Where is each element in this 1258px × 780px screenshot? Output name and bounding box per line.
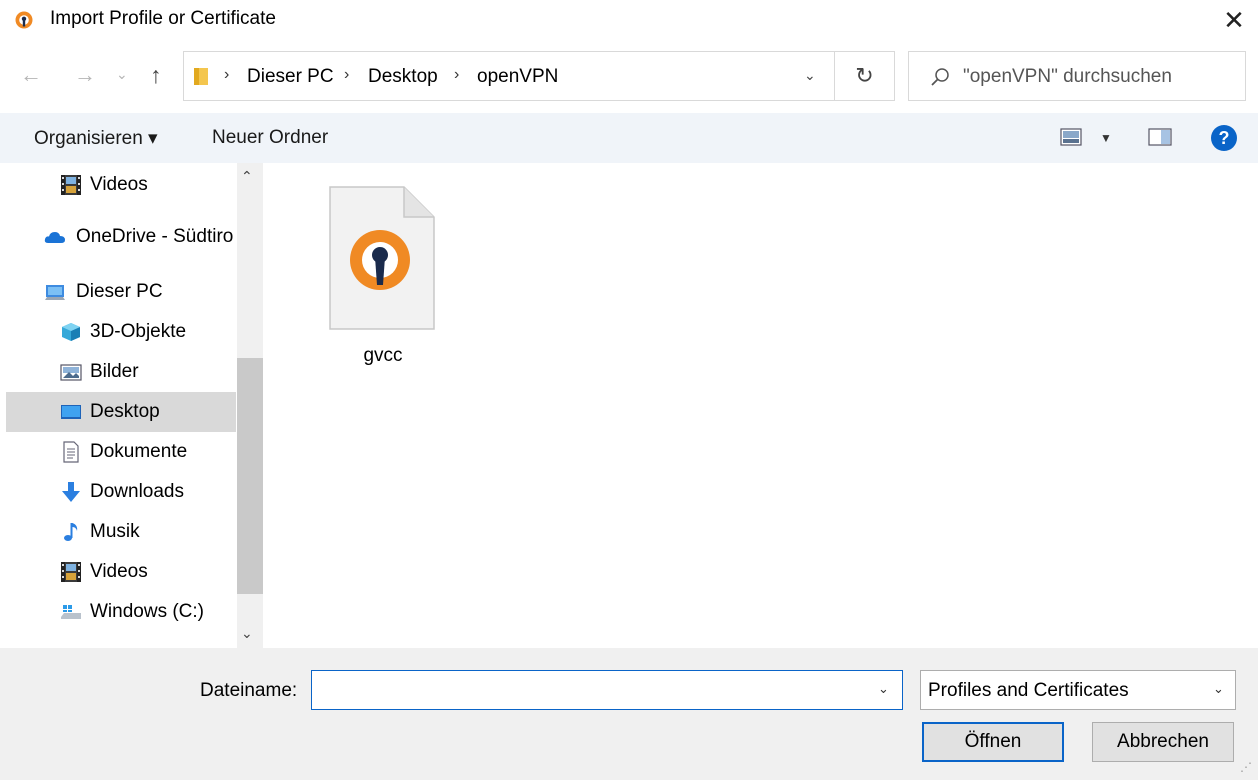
sidebar-item-label: OneDrive - Südtiro bbox=[76, 226, 234, 247]
sidebar-item-dokumente[interactable]: Dokumente bbox=[6, 432, 236, 472]
preview-pane-icon[interactable] bbox=[1148, 128, 1172, 146]
refresh-button[interactable]: ↻ bbox=[835, 51, 895, 101]
sidebar-item-label: Bilder bbox=[90, 361, 139, 382]
breadcrumb-item[interactable]: Desktop bbox=[368, 66, 438, 88]
sidebar-item-label: Desktop bbox=[90, 401, 160, 422]
organize-button[interactable]: Organisieren ▾ bbox=[34, 127, 158, 150]
open-button[interactable]: Öffnen bbox=[922, 722, 1064, 762]
back-button[interactable]: ← bbox=[20, 62, 42, 88]
help-icon[interactable]: ? bbox=[1210, 124, 1238, 152]
sidebar-item-downloads[interactable]: Downloads bbox=[6, 472, 236, 512]
recent-locations-button[interactable]: ⌄ bbox=[116, 66, 128, 83]
openvpn-file-icon bbox=[329, 186, 435, 330]
dialog-footer: Dateiname: ⌄ Profiles and Certificates ⌄… bbox=[0, 648, 1258, 780]
sidebar-item-label: Dieser PC bbox=[76, 281, 163, 302]
sidebar-item-desktop[interactable]: Desktop bbox=[6, 392, 236, 432]
cloud-icon bbox=[44, 232, 65, 243]
sidebar-item-windows-c[interactable]: Windows (C:) bbox=[6, 592, 236, 632]
desktop-icon bbox=[61, 405, 81, 419]
sidebar-item-label: Downloads bbox=[90, 481, 184, 502]
sidebar-item-label: Videos bbox=[90, 561, 148, 582]
breadcrumb-separator: › bbox=[454, 66, 460, 83]
folder-icon bbox=[194, 68, 208, 85]
cube-icon bbox=[62, 323, 80, 341]
filetype-selected: Profiles and Certificates bbox=[928, 680, 1129, 701]
sidebar-item-3d-objekte[interactable]: 3D-Objekte bbox=[6, 312, 236, 352]
video-icon bbox=[61, 175, 81, 195]
file-name: gvcc bbox=[363, 345, 403, 366]
up-button[interactable]: ↑ bbox=[150, 62, 162, 89]
music-icon bbox=[64, 523, 78, 541]
title-bar: Import Profile or Certificate ✕ bbox=[0, 0, 1258, 40]
sidebar-item-bilder[interactable]: Bilder bbox=[6, 352, 236, 392]
chevron-down-icon[interactable]: ⌄ bbox=[878, 681, 889, 697]
video-icon bbox=[61, 562, 81, 582]
resize-grip-icon[interactable]: ⋰ bbox=[1240, 760, 1252, 774]
sidebar-item-onedrive[interactable]: OneDrive - Südtiro bbox=[6, 217, 236, 257]
chevron-down-icon[interactable]: ▼ bbox=[1100, 131, 1112, 145]
sidebar-item-label: Videos bbox=[90, 174, 148, 195]
chevron-down-icon[interactable]: ⌄ bbox=[804, 67, 816, 84]
search-icon bbox=[931, 68, 949, 86]
breadcrumb-separator: › bbox=[224, 66, 230, 83]
filetype-select[interactable]: Profiles and Certificates ⌄ bbox=[920, 670, 1236, 710]
window-title: Import Profile or Certificate bbox=[50, 8, 276, 29]
document-icon bbox=[63, 441, 79, 463]
address-bar[interactable]: › Dieser PC › Desktop › openVPN ⌄ bbox=[183, 51, 835, 101]
breadcrumb-separator: › bbox=[344, 66, 350, 83]
search-input[interactable] bbox=[961, 60, 1235, 94]
filename-label: Dateiname: bbox=[200, 680, 298, 701]
sidebar-item-musik[interactable]: Musik bbox=[6, 512, 236, 552]
openvpn-logo-icon bbox=[15, 11, 33, 29]
close-button[interactable]: ✕ bbox=[1218, 4, 1250, 36]
navigation-pane: Videos OneDrive - Südtiro Dieser PC 3D-O… bbox=[0, 163, 264, 648]
filename-input[interactable] bbox=[318, 675, 872, 707]
scroll-down-icon[interactable]: ⌄ bbox=[241, 625, 253, 642]
sidebar-item-label: 3D-Objekte bbox=[90, 321, 187, 342]
download-icon bbox=[62, 482, 80, 502]
cancel-button[interactable]: Abbrechen bbox=[1092, 722, 1234, 762]
file-list: gvcc bbox=[264, 163, 1258, 648]
search-box[interactable] bbox=[908, 51, 1246, 101]
file-item[interactable]: gvcc bbox=[328, 185, 438, 375]
sidebar-item-label: Musik bbox=[90, 521, 140, 542]
drive-icon bbox=[61, 605, 81, 619]
breadcrumb-item[interactable]: openVPN bbox=[477, 66, 558, 88]
sidebar-item-videos[interactable]: Videos bbox=[6, 165, 236, 205]
breadcrumb-item[interactable]: Dieser PC bbox=[247, 66, 334, 88]
computer-icon bbox=[45, 285, 65, 300]
sidebar-item-dieser-pc[interactable]: Dieser PC bbox=[6, 272, 236, 312]
view-options-icon[interactable] bbox=[1060, 128, 1082, 146]
svg-text:?: ? bbox=[1219, 128, 1230, 148]
command-bar: Organisieren ▾ Neuer Ordner ▼ ? bbox=[0, 113, 1258, 163]
chevron-down-icon[interactable]: ⌄ bbox=[1213, 681, 1224, 697]
sidebar-scrollbar-thumb[interactable] bbox=[237, 358, 263, 594]
pictures-icon bbox=[60, 364, 82, 381]
sidebar-item-videos-2[interactable]: Videos bbox=[6, 552, 236, 592]
scroll-up-icon[interactable]: ⌃ bbox=[241, 168, 253, 185]
sidebar-item-label: Dokumente bbox=[90, 441, 188, 462]
forward-button[interactable]: → bbox=[74, 62, 96, 88]
new-folder-button[interactable]: Neuer Ordner bbox=[212, 127, 328, 149]
filename-combobox[interactable]: ⌄ bbox=[311, 670, 903, 710]
sidebar-item-label: Windows (C:) bbox=[90, 601, 205, 622]
